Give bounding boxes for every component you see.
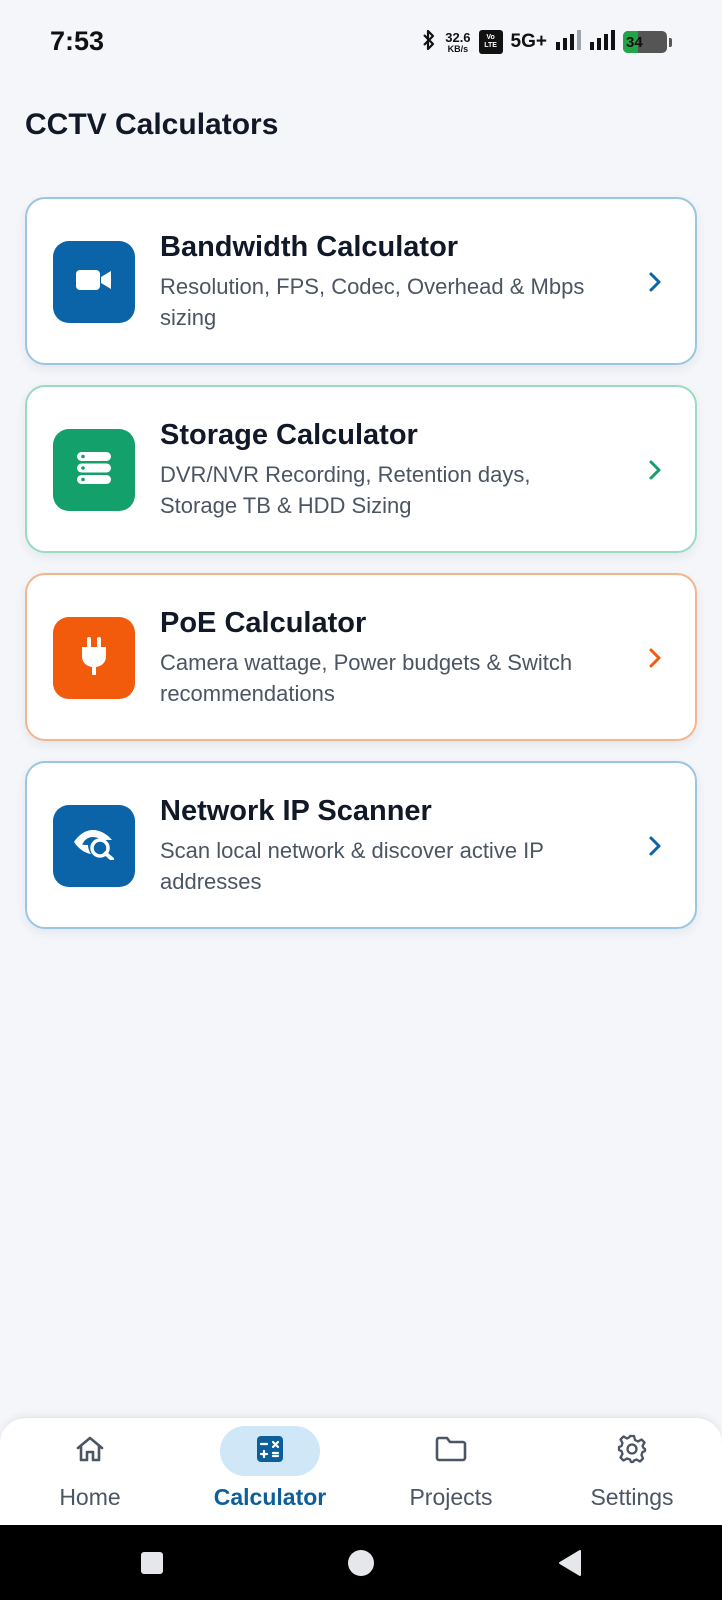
screen: 7:53 32.6 KB/s Vo LTE 5G+ 34 CCTV Calcul… [0, 0, 722, 1600]
recents-icon[interactable] [134, 1545, 170, 1581]
volte-top: Vo [486, 34, 495, 42]
chevron-right-icon [643, 267, 667, 297]
nav-label: Calculator [213, 1484, 327, 1510]
home-circle-icon[interactable] [343, 1545, 379, 1581]
battery-cap [669, 37, 672, 47]
card-description: Scan local network & discover active IP … [160, 838, 544, 894]
calculator-list: Bandwidth Calculator Resolution, FPS, Co… [25, 197, 697, 949]
volte-icon: Vo LTE [478, 30, 503, 54]
bottom-navigation: Home Calculator Projects Settings [0, 1417, 722, 1525]
card-title: Network IP Scanner [160, 795, 432, 827]
card-title: Bandwidth Calculator [160, 231, 459, 263]
nav-settings[interactable]: Settings [562, 1426, 702, 1522]
page-title: CCTV Calculators [25, 108, 279, 141]
nav-icon-wrap [582, 1426, 682, 1476]
card-title: PoE Calculator [160, 607, 367, 639]
calculator-icon [256, 1435, 284, 1468]
system-navigation-bar [0, 1525, 722, 1600]
network-speed-value: 32.6 [445, 29, 471, 45]
chevron-right-icon [643, 643, 667, 673]
storage-calculator-card[interactable]: Storage Calculator DVR/NVR Recording, Re… [25, 385, 697, 553]
battery-charging-icon: 34 [623, 31, 667, 53]
card-text: Bandwidth Calculator Resolution, FPS, Co… [160, 229, 600, 333]
nav-label: Home [59, 1484, 121, 1510]
nav-icon-wrap [220, 1426, 320, 1476]
card-text: Network IP Scanner Scan local network & … [160, 793, 600, 897]
status-icons: 32.6 KB/s Vo LTE 5G+ 34 [421, 28, 672, 56]
chevron-right-icon [643, 455, 667, 485]
card-description: Camera wattage, Power budgets & Switch r… [160, 650, 573, 706]
poe-calculator-card[interactable]: PoE Calculator Camera wattage, Power bud… [25, 573, 697, 741]
nav-home[interactable]: Home [20, 1426, 160, 1522]
nav-label: Projects [409, 1484, 493, 1510]
signal-icon [555, 29, 581, 55]
gear-icon [617, 1434, 647, 1469]
card-text: Storage Calculator DVR/NVR Recording, Re… [160, 417, 600, 521]
status-bar: 7:53 32.6 KB/s Vo LTE 5G+ 34 [0, 0, 722, 84]
card-icon-bg [53, 241, 135, 323]
signal-icon [589, 29, 615, 55]
folder-icon [435, 1436, 467, 1467]
nav-calculator[interactable]: Calculator [200, 1426, 340, 1522]
nav-projects[interactable]: Projects [381, 1426, 521, 1522]
network-type: 5G+ [510, 31, 547, 52]
home-icon [75, 1435, 105, 1468]
eye-search-icon [72, 828, 116, 865]
bluetooth-icon [421, 29, 437, 56]
nav-icon-wrap [40, 1426, 140, 1476]
network-speed-unit: KB/s [447, 43, 469, 54]
card-description: DVR/NVR Recording, Retention days, Stora… [160, 462, 531, 518]
card-description: Resolution, FPS, Codec, Overhead & Mbps … [160, 274, 585, 330]
card-text: PoE Calculator Camera wattage, Power bud… [160, 605, 600, 709]
nav-icon-wrap [401, 1426, 501, 1476]
status-time: 7:53 [50, 26, 105, 56]
card-icon-bg [53, 617, 135, 699]
bandwidth-calculator-card[interactable]: Bandwidth Calculator Resolution, FPS, Co… [25, 197, 697, 365]
card-title: Storage Calculator [160, 419, 418, 451]
network-ip-scanner-card[interactable]: Network IP Scanner Scan local network & … [25, 761, 697, 929]
chevron-right-icon [643, 831, 667, 861]
nav-label: Settings [590, 1484, 674, 1510]
network-speed: 32.6 KB/s [445, 31, 470, 54]
power-plug-icon [79, 636, 109, 681]
battery-level: 34 [626, 33, 643, 51]
back-icon[interactable] [552, 1545, 588, 1581]
card-icon-bg [53, 805, 135, 887]
storage-server-icon [75, 451, 113, 490]
volte-bottom: LTE [484, 42, 497, 49]
card-icon-bg [53, 429, 135, 511]
video-camera-icon [75, 266, 113, 299]
